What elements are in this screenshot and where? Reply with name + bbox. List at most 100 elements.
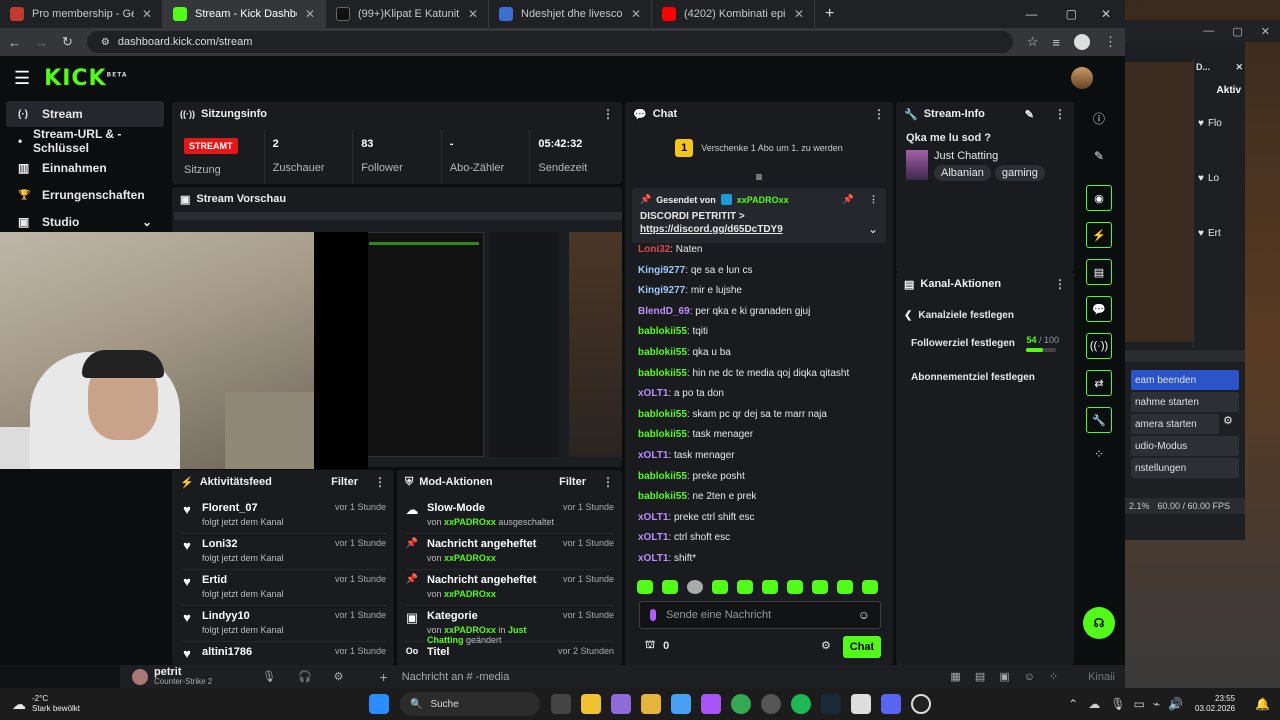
more-options-icon[interactable]: ⋮ [602, 475, 614, 489]
emote-icon[interactable] [662, 580, 678, 594]
obs-stop-stream-button[interactable]: eam beenden [1131, 370, 1239, 390]
chat-username[interactable]: bablokii55 [638, 368, 687, 379]
edit-layout-icon[interactable]: ✎ [1078, 149, 1120, 163]
mic-icon[interactable] [650, 609, 656, 621]
host-action-button[interactable]: ⇄ [1086, 370, 1112, 396]
sub-goal-item[interactable]: Abonnementziel festlegen [896, 352, 1074, 383]
site-info-icon[interactable]: ⚙ [101, 37, 110, 48]
chrome-icon[interactable] [731, 694, 751, 714]
camera-action-button[interactable]: ◉ [1086, 185, 1112, 211]
chat-send-button[interactable]: Chat [843, 636, 881, 658]
chat-input[interactable]: Sende eine Nachricht ☺ [639, 601, 881, 629]
obs-record-button[interactable]: nahme starten [1131, 392, 1239, 412]
notification-bell-icon[interactable]: 🔔 [1255, 697, 1270, 711]
emote-icon[interactable] [762, 580, 778, 594]
sticker-icon[interactable]: ▣ [999, 670, 1009, 683]
edit-pencil-icon[interactable]: ✎ [1025, 108, 1034, 121]
browser-tab[interactable]: Pro membership - GeoGuessr✕ [0, 0, 163, 28]
chevron-down-icon[interactable]: ⌄ [868, 222, 878, 236]
raid-action-button[interactable]: ((·)) [1086, 333, 1112, 359]
pinned-link[interactable]: https://discord.gg/d65DcTDY9 [640, 224, 868, 236]
chat-username[interactable]: bablokii55 [638, 409, 687, 420]
new-tab-button[interactable]: + [825, 5, 834, 23]
mic-icon[interactable]: 🎙 [262, 670, 276, 683]
folder-icon[interactable] [641, 694, 661, 714]
photos-icon[interactable] [671, 694, 691, 714]
filter-button[interactable]: Filter [559, 476, 586, 488]
emote-icon[interactable] [837, 580, 853, 594]
sidebar-item-stream[interactable]: (·) Stream [6, 101, 164, 127]
close-icon[interactable]: ✕ [468, 7, 478, 21]
close-icon[interactable]: ✕ [305, 7, 315, 21]
message-input[interactable]: Nachricht an # -media [402, 671, 510, 683]
chat-username[interactable]: xOLT1 [638, 553, 668, 564]
more-actions-icon[interactable]: ⁘ [1078, 447, 1120, 461]
tray-chevron-icon[interactable]: ⌃ [1068, 697, 1078, 711]
app-icon[interactable] [701, 694, 721, 714]
tag-chip[interactable]: gaming [994, 165, 1045, 181]
tray-volume-icon[interactable]: 🔊 [1168, 697, 1183, 711]
settings-gear-icon[interactable]: ⚙ [334, 670, 344, 683]
filter-button[interactable]: Filter [331, 476, 358, 488]
chat-username[interactable]: bablokii55 [638, 347, 687, 358]
chat-username[interactable]: Kingi9277 [638, 285, 685, 296]
steam-alt-icon[interactable] [761, 694, 781, 714]
chat-username[interactable]: bablokii55 [638, 429, 687, 440]
maximize-icon[interactable]: ▢ [1066, 7, 1077, 21]
discord-icon[interactable] [881, 694, 901, 714]
boost-action-button[interactable]: ⚡ [1086, 222, 1112, 248]
tools-action-button[interactable]: 🔧 [1086, 407, 1112, 433]
more-options-icon[interactable]: ⋮ [1054, 277, 1066, 291]
clock[interactable]: 23:55 03.02.2026 [1195, 694, 1235, 714]
close-icon[interactable]: ✕ [1261, 25, 1270, 38]
chat-username[interactable]: bablokii55 [638, 471, 687, 482]
weather-widget[interactable]: ☁ -2°C Stark bewölkt [12, 694, 312, 714]
chat-username[interactable]: xOLT1 [638, 450, 668, 461]
emote-icon[interactable] [862, 580, 878, 594]
more-options-icon[interactable]: ⋮ [869, 194, 878, 205]
emoji-icon[interactable]: ☺ [858, 608, 870, 622]
support-button[interactable]: ☊ [1083, 607, 1115, 639]
chat-username[interactable]: xOLT1 [638, 388, 668, 399]
obs-studio-mode-button[interactable]: udio-Modus [1131, 436, 1239, 456]
tray-display-icon[interactable]: ▭ [1133, 697, 1144, 711]
browser-tab[interactable]: (99+)Klipat E Katunit (@klipate✕ [326, 0, 489, 28]
sidebar-item-einnahmen[interactable]: ▥ Einnahmen [6, 155, 164, 181]
points-icon[interactable]: ⛫ [645, 639, 655, 653]
emote-icon[interactable] [637, 580, 653, 594]
chat-username[interactable]: xOLT1 [638, 532, 668, 543]
user-avatar[interactable] [132, 668, 148, 685]
user-avatar[interactable] [1071, 67, 1093, 89]
emote-icon[interactable] [812, 580, 828, 594]
minimize-icon[interactable]: — [1203, 25, 1214, 37]
chat-username[interactable]: bablokii55 [638, 491, 687, 502]
info-icon[interactable]: ⓘ [1078, 110, 1120, 127]
tray-mic-icon[interactable]: 🎙 [1110, 697, 1125, 711]
unpin-icon[interactable]: 📌 [843, 194, 854, 205]
add-icon[interactable]: + [380, 669, 388, 685]
kick-logo[interactable]: KICKBETA [44, 66, 127, 91]
close-icon[interactable]: ✕ [142, 7, 152, 21]
tray-network-icon[interactable]: ⌁ [1153, 697, 1160, 711]
copilot-icon[interactable] [611, 694, 631, 714]
chat-username[interactable]: Loni32 [638, 244, 670, 255]
hamburger-menu-icon[interactable]: ☰ [14, 68, 30, 89]
apps-icon[interactable]: ⁘ [1049, 670, 1058, 683]
filter-lines-icon[interactable]: ≡ [625, 170, 893, 184]
tag-chip[interactable]: Albanian [934, 165, 991, 181]
close-icon[interactable]: ✕ [1235, 62, 1243, 73]
chat-username[interactable]: bablokii55 [638, 326, 687, 337]
maximize-icon[interactable]: ▢ [1232, 25, 1242, 38]
gift-sub-banner[interactable]: 1 Verschenke 1 Abo um 1. zu werden [625, 126, 893, 170]
gift-icon[interactable]: ▦ [950, 670, 960, 683]
back-to-goals[interactable]: ❮ Kanalziele festlegen [896, 296, 1074, 321]
more-options-icon[interactable]: ⋮ [374, 475, 386, 489]
minimize-icon[interactable]: — [1026, 7, 1038, 21]
close-icon[interactable]: ✕ [794, 7, 804, 21]
more-options-icon[interactable]: ⋮ [873, 107, 885, 121]
obs-settings-button[interactable]: nstellungen [1131, 458, 1239, 478]
sidebar-item-errungenschaften[interactable]: 🏆 Errungenschaften [6, 182, 164, 208]
bookmark-star-icon[interactable]: ☆ [1027, 34, 1039, 50]
spotify-icon[interactable] [791, 694, 811, 714]
browser-tab-active[interactable]: Stream - Kick Dashboard✕ [163, 0, 326, 28]
